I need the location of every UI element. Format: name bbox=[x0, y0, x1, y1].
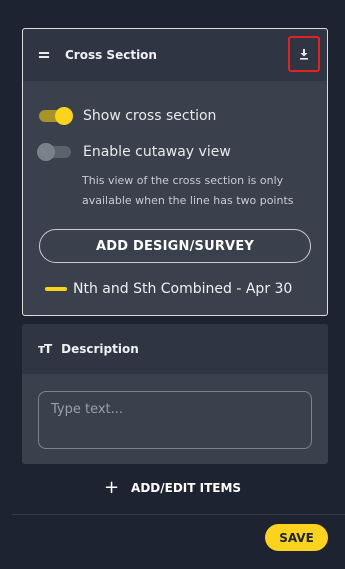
plus-icon: + bbox=[103, 477, 120, 498]
description-title: Description bbox=[61, 342, 139, 356]
download-icon bbox=[300, 49, 308, 60]
cross-section-panel: Cross Section Show cross section Enable … bbox=[22, 28, 328, 316]
cutaway-view-toggle[interactable] bbox=[37, 143, 71, 161]
description-header: тT Description bbox=[22, 324, 328, 374]
description-panel: тT Description bbox=[22, 324, 328, 464]
drag-handle-icon[interactable] bbox=[39, 52, 51, 58]
cutaway-view-label: Enable cutaway view bbox=[83, 144, 231, 160]
cross-section-header: Cross Section bbox=[23, 29, 327, 81]
text-format-icon: тT bbox=[38, 342, 52, 356]
show-cross-section-row: Show cross section bbox=[39, 107, 217, 125]
download-button[interactable] bbox=[288, 36, 320, 72]
add-edit-items-button[interactable]: + ADD/EDIT ITEMS bbox=[0, 478, 345, 498]
description-input[interactable] bbox=[38, 391, 312, 449]
show-cross-section-toggle[interactable] bbox=[39, 107, 73, 125]
add-edit-items-label: ADD/EDIT ITEMS bbox=[131, 481, 242, 495]
cutaway-info-text: This view of the cross section is only a… bbox=[82, 174, 294, 207]
legend-item[interactable]: Nth and Sth Combined - Apr 30 bbox=[45, 281, 292, 297]
show-cross-section-label: Show cross section bbox=[83, 108, 217, 124]
panel-title: Cross Section bbox=[65, 48, 157, 62]
legend-label: Nth and Sth Combined - Apr 30 bbox=[73, 281, 293, 297]
save-button[interactable]: SAVE bbox=[265, 524, 328, 551]
cutaway-view-row: Enable cutaway view bbox=[37, 143, 231, 161]
footer-divider bbox=[12, 514, 345, 515]
add-design-survey-button[interactable]: ADD DESIGN/SURVEY bbox=[39, 229, 311, 263]
legend-swatch bbox=[45, 287, 67, 291]
